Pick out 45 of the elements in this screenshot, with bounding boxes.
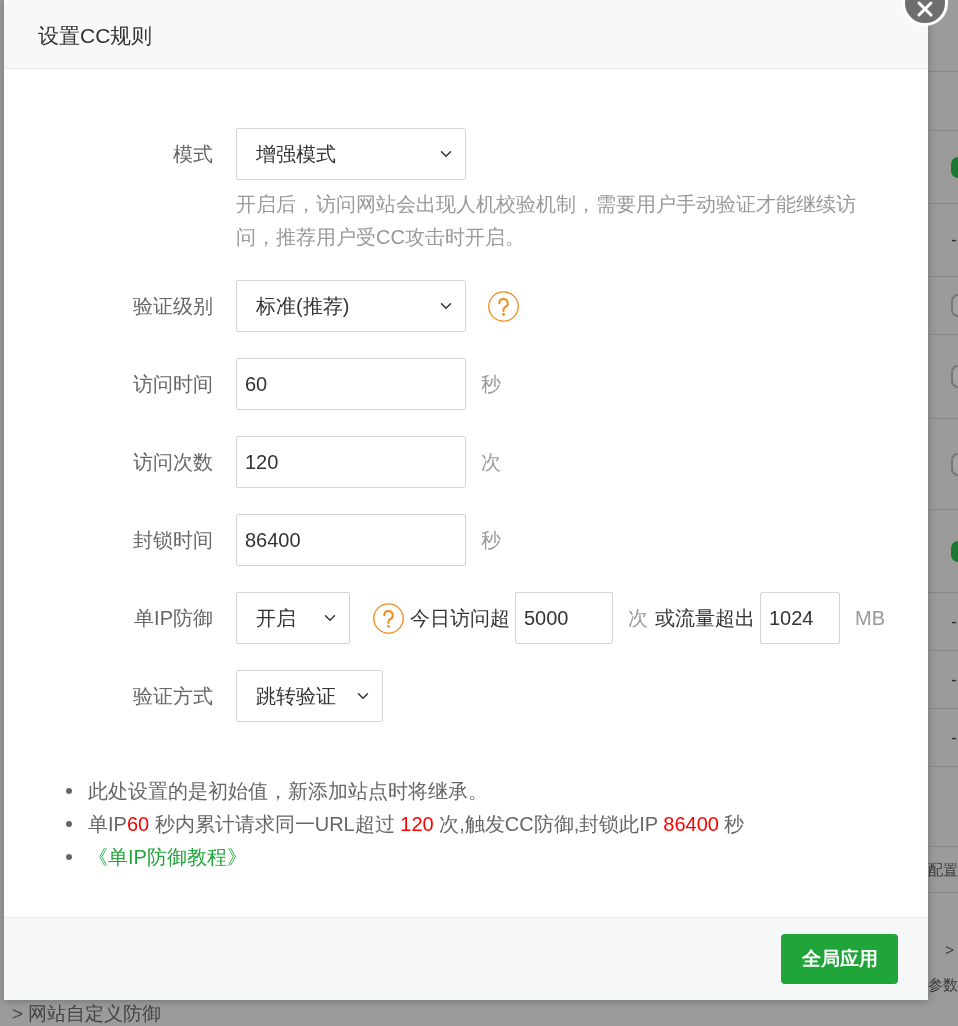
help-icon[interactable]	[488, 290, 519, 322]
note-text: 单IP60 秒内累计请求同一URL超过 120 次,触发CC防御,封锁此IP 86400 秒	[88, 811, 745, 837]
field-label: 验证级别	[133, 294, 213, 319]
unit-label: 秒	[481, 373, 501, 395]
empty-value: -	[951, 670, 957, 689]
inline-label: 或流量超出	[655, 607, 755, 629]
unit-label: 次	[628, 607, 648, 629]
number-field[interactable]: 86400	[236, 514, 466, 566]
empty-value: -	[951, 231, 957, 249]
help-text: 开启后，访问网站会出现人机校验机制，需要用户手动验证才能继续访问，推荐用户受CC攻击时开启。	[236, 192, 857, 250]
toggle-switch[interactable]	[951, 294, 958, 317]
number-field[interactable]: 120	[236, 436, 466, 488]
note-text: 此处设置的是初始值，新添加站点时将继承。	[88, 778, 488, 804]
bullet-icon	[66, 787, 72, 794]
number-field[interactable]: 60	[236, 358, 466, 410]
field-label: 模式	[173, 142, 213, 167]
bullet-icon	[66, 853, 72, 860]
dialog-title: 设置CC规则	[38, 23, 153, 50]
params-label: 参数	[928, 976, 958, 992]
field-label: 验证方式	[133, 684, 213, 709]
unit-label: 秒	[481, 529, 501, 551]
dropdown-select[interactable]: 开启	[236, 592, 350, 644]
toggle-switch[interactable]	[951, 452, 958, 476]
dropdown-select[interactable]: 标准(推荐)	[236, 280, 466, 332]
toggle-switch[interactable]	[951, 365, 958, 388]
toggle-switch[interactable]	[951, 540, 958, 562]
number-field[interactable]: 5000	[515, 592, 613, 644]
field-label: 单IP防御	[134, 606, 213, 631]
unit-label: MB	[855, 607, 885, 629]
empty-value: -	[951, 728, 957, 747]
config-link[interactable]: 配置	[928, 862, 958, 877]
dropdown-select[interactable]: 跳转验证	[236, 670, 383, 722]
field-label: 访问次数	[133, 450, 213, 475]
empty-value: -	[951, 612, 957, 631]
help-icon[interactable]	[373, 602, 404, 634]
field-label: 封锁时间	[133, 528, 213, 553]
field-label: 访问时间	[133, 372, 213, 397]
dropdown-select[interactable]: 增强模式	[236, 128, 466, 180]
number-field[interactable]: 1024	[760, 592, 840, 644]
inline-label: 今日访问超	[410, 607, 510, 629]
breadcrumb-text: > 网站自定义防御	[12, 1003, 162, 1025]
bullet-icon	[66, 820, 72, 827]
unit-label: 次	[481, 451, 501, 473]
toggle-switch[interactable]	[951, 156, 958, 178]
path-separator: >	[945, 941, 954, 957]
